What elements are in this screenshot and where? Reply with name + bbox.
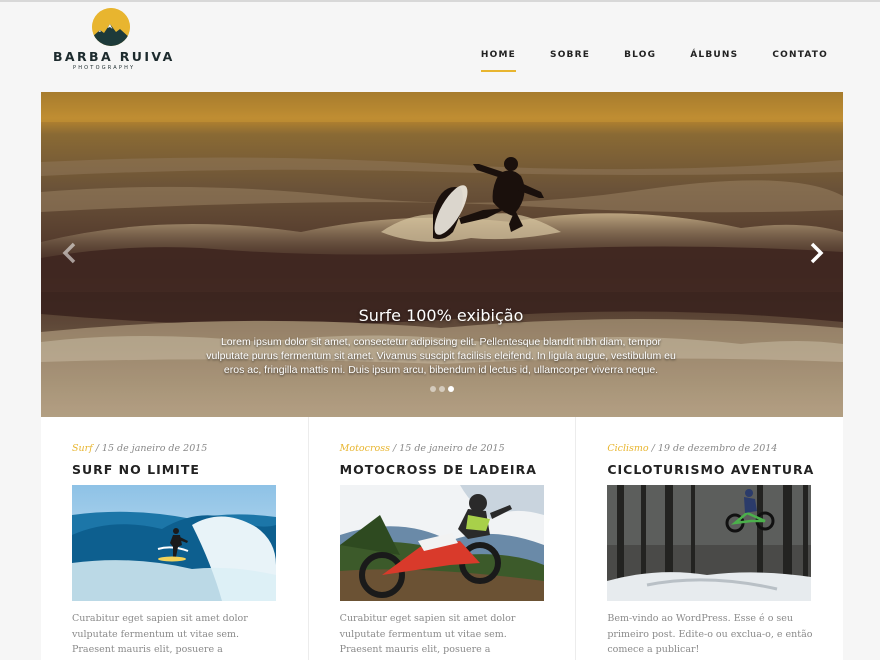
- slider-dot-2[interactable]: [439, 386, 445, 392]
- mountain-logo-icon: [92, 8, 130, 46]
- post-date: / 19 de dezembro de 2014: [648, 443, 778, 454]
- post-meta: Surf / 15 de janeiro de 2015: [72, 443, 207, 454]
- site-header: BARBA RUIVA PHOTOGRAPHY HOME SOBRE BLOG …: [0, 0, 880, 92]
- post-excerpt: Curabitur eget sapien sit amet dolor vul…: [339, 613, 516, 660]
- slide-title: Surfe 100% exibição: [358, 306, 524, 325]
- post-thumbnail-motocross[interactable]: [339, 485, 544, 601]
- post-thumbnail-surf[interactable]: [72, 485, 276, 601]
- slide-caption: Surfe 100% exibição Lorem ipsum dolor si…: [201, 306, 681, 377]
- nav-albuns[interactable]: ÁLBUNS: [690, 50, 738, 72]
- post-card: Motocross / 15 de janeiro de 2015 MOTOCR…: [309, 417, 577, 660]
- post-category-link[interactable]: Motocross: [340, 443, 390, 454]
- post-excerpt: Curabitur eget sapien sit amet dolor vul…: [72, 613, 248, 660]
- nav-home[interactable]: HOME: [480, 50, 517, 72]
- post-category-link[interactable]: Ciclismo: [607, 443, 648, 454]
- brand-tagline: PHOTOGRAPHY: [73, 65, 136, 71]
- slider-dot-1[interactable]: [430, 386, 436, 392]
- post-title-link[interactable]: CICLOTURISMO AVENTURA: [607, 462, 814, 477]
- nav-sobre[interactable]: SOBRE: [550, 50, 590, 72]
- post-date: / 15 de janeiro de 2015: [92, 443, 208, 454]
- slide-text: Lorem ipsum dolor sit amet, consectetur …: [206, 336, 676, 376]
- chevron-right-icon: [810, 242, 824, 264]
- post-title-link[interactable]: SURF NO LIMITE: [72, 462, 200, 477]
- slider-prev-arrow[interactable]: [57, 240, 83, 266]
- post-card: Surf / 15 de janeiro de 2015 SURF NO LIM…: [41, 417, 309, 660]
- chevron-left-icon: [62, 242, 76, 264]
- slider-dot-3[interactable]: [448, 386, 454, 392]
- post-meta: Motocross / 15 de janeiro de 2015: [340, 443, 505, 454]
- post-meta: Ciclismo / 19 de dezembro de 2014: [607, 443, 777, 454]
- nav-blog[interactable]: BLOG: [624, 50, 656, 72]
- post-category-link[interactable]: Surf: [72, 443, 93, 454]
- brand-name: BARBA RUIVA: [53, 49, 175, 64]
- post-excerpt: Bem-vindo ao WordPress. Esse é o seu pri…: [607, 613, 813, 655]
- post-card: Ciclismo / 19 de dezembro de 2014 CICLOT…: [576, 417, 843, 660]
- hero-slider[interactable]: Surfe 100% exibição Lorem ipsum dolor si…: [41, 92, 843, 417]
- main-navigation: HOME SOBRE BLOG ÁLBUNS CONTATO: [447, 50, 828, 72]
- post-title-link[interactable]: MOTOCROSS DE LADEIRA: [340, 462, 537, 477]
- site-logo[interactable]: BARBA RUIVA PHOTOGRAPHY: [53, 8, 173, 72]
- slider-pagination: [430, 386, 454, 392]
- nav-contato[interactable]: CONTATO: [772, 50, 828, 72]
- slider-next-arrow[interactable]: [803, 240, 829, 266]
- post-date: / 15 de janeiro de 2015: [390, 443, 505, 454]
- recent-posts: Surf / 15 de janeiro de 2015 SURF NO LIM…: [41, 417, 843, 660]
- post-thumbnail-cycling[interactable]: [607, 485, 812, 601]
